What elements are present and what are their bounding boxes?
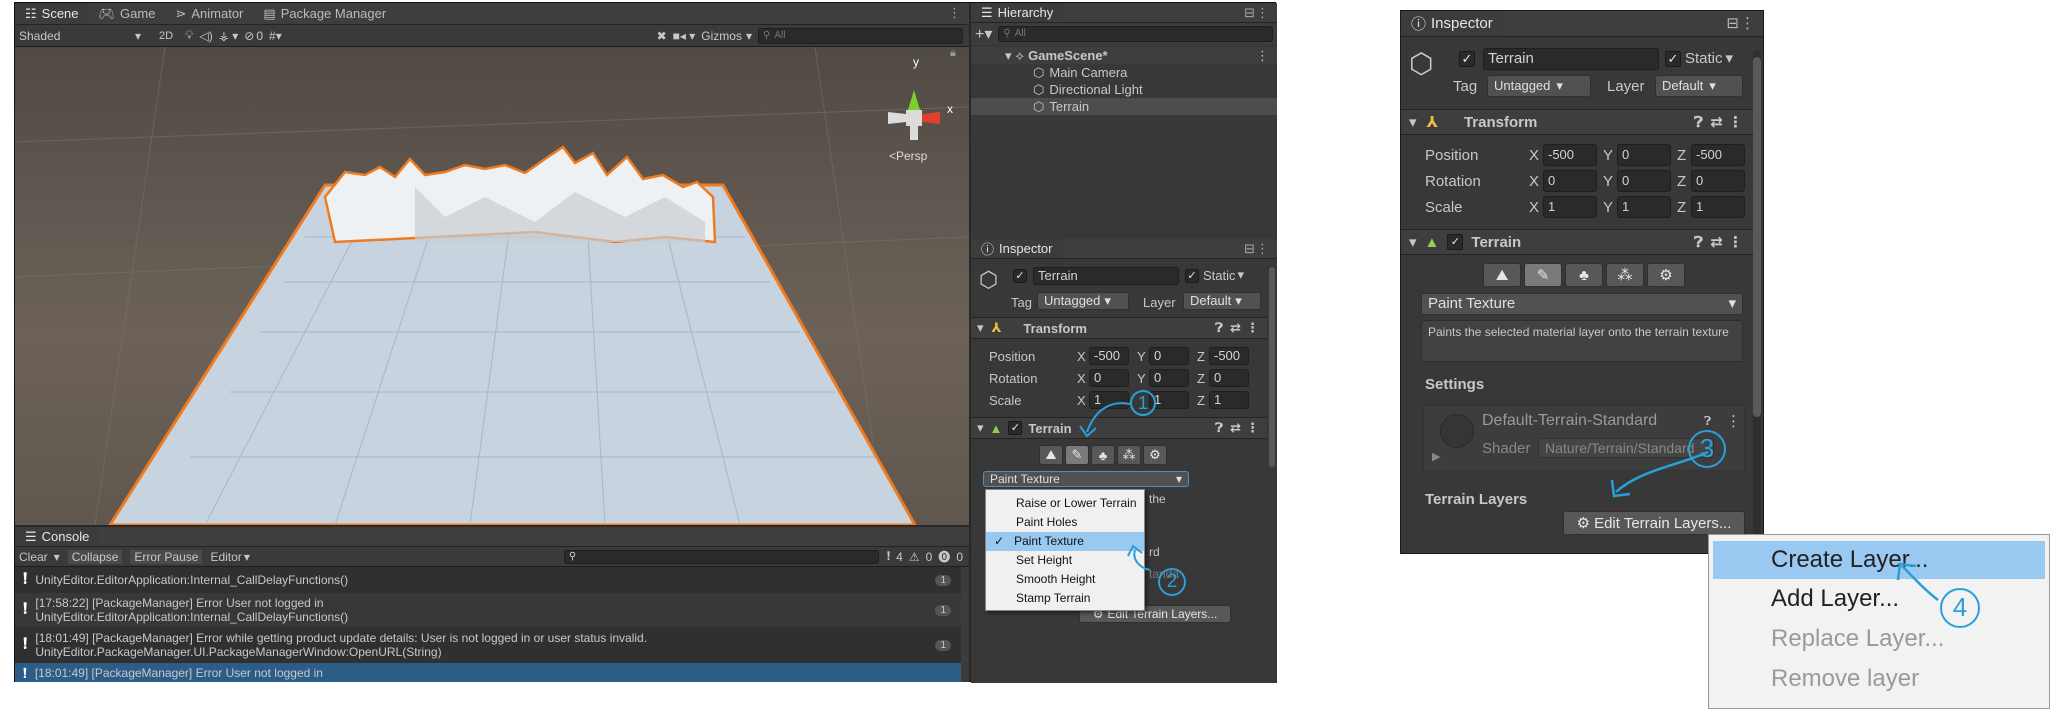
annotation-step-2: 2 xyxy=(1158,568,1186,596)
annotation-step-4: 4 xyxy=(1940,588,1980,628)
annotation-arrows-left xyxy=(1079,402,1151,571)
annotation-step-1: 1 xyxy=(1130,390,1156,416)
annotation-step-3: 3 xyxy=(1688,430,1726,468)
